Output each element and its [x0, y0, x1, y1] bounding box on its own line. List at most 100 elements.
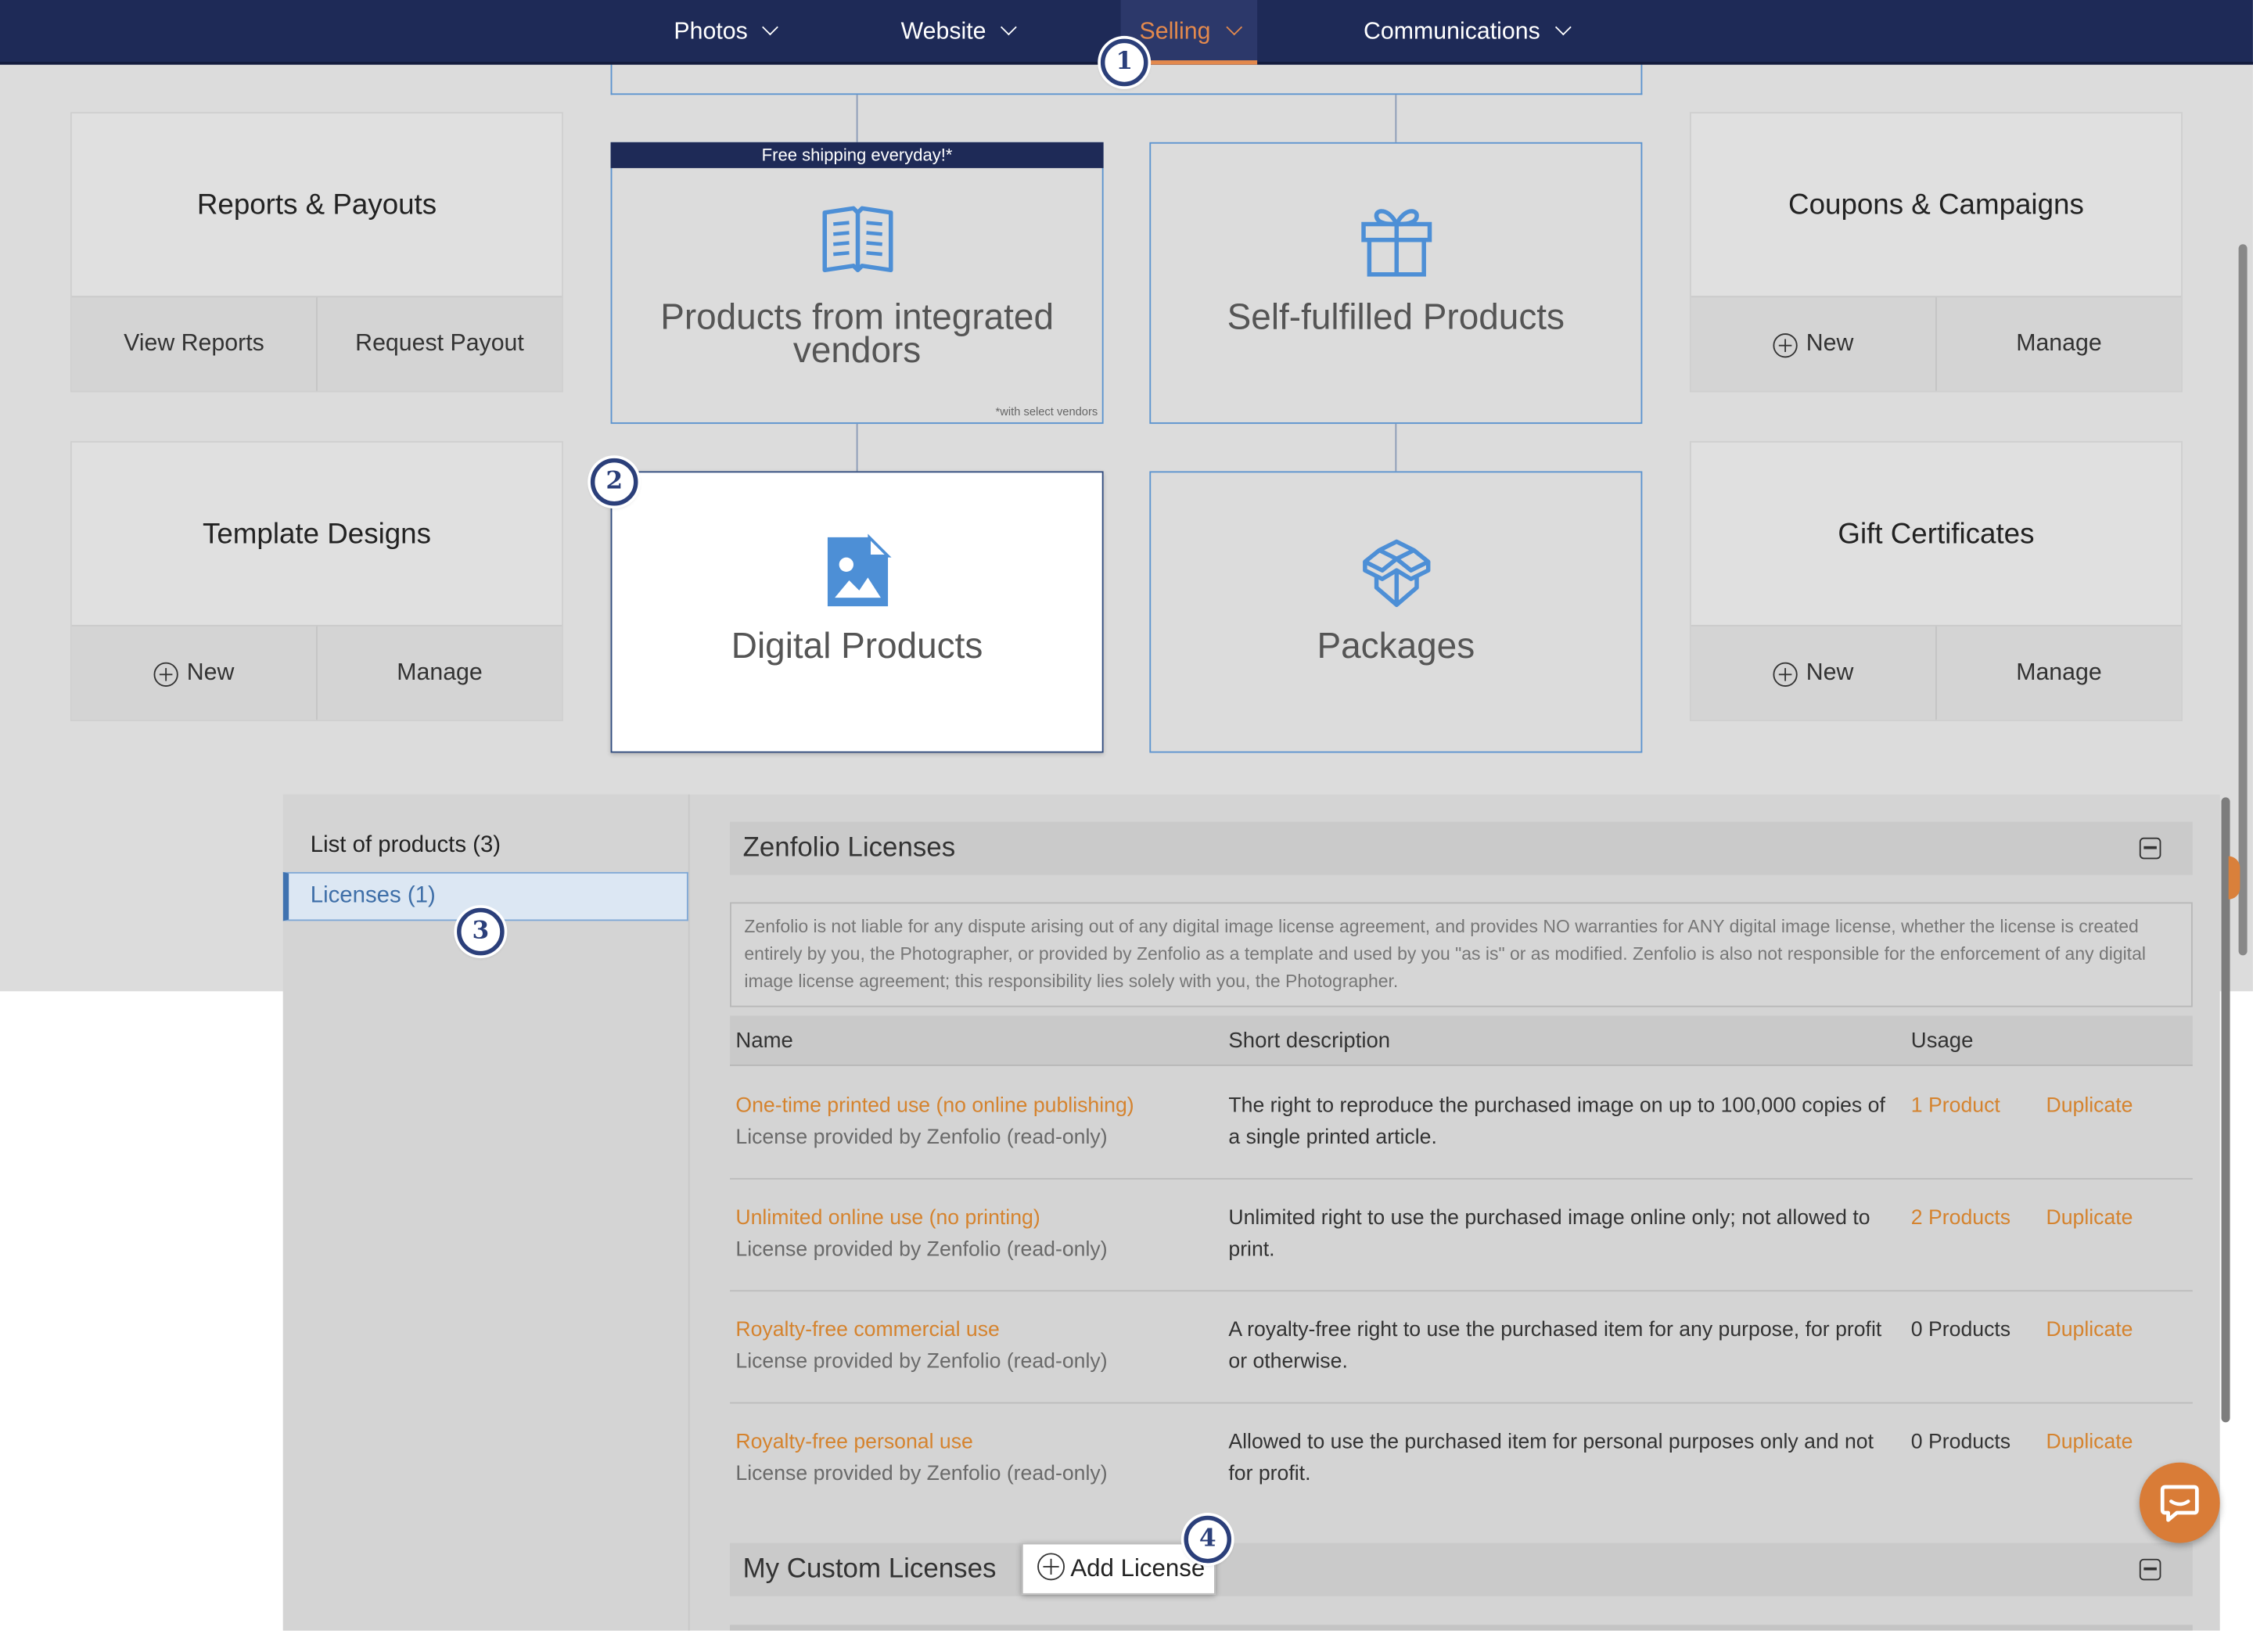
- license-name-link[interactable]: Royalty-free commercial use: [735, 1316, 1107, 1346]
- self-fulfilled-tile[interactable]: Self-fulfilled Products: [1149, 142, 1643, 424]
- card-actions: New Manage: [1691, 296, 2182, 391]
- connector-line: [856, 95, 858, 142]
- card-title: Gift Certificates: [1838, 518, 2035, 550]
- button-label: Add License: [1070, 1554, 1206, 1582]
- page-scrollbar[interactable]: [2238, 244, 2248, 956]
- license-source: License provided by Zenfolio (read-only): [735, 1237, 1108, 1261]
- vendor-footnote: *with select vendors: [995, 404, 1098, 418]
- tile-title: Self-fulfilled Products: [1227, 297, 1565, 338]
- license-name-link[interactable]: Royalty-free personal use: [735, 1428, 1107, 1459]
- chat-button[interactable]: [2139, 1462, 2220, 1543]
- chevron-down-icon: [762, 19, 779, 36]
- card-title: Reports & Payouts: [196, 189, 437, 221]
- new-coupon-button[interactable]: New: [1691, 297, 1935, 390]
- boxes-icon: [1362, 539, 1430, 608]
- callout-badge-2: 2: [590, 458, 638, 506]
- nav-website[interactable]: Website: [901, 0, 1018, 65]
- license-description: The right to reproduce the purchased ima…: [1228, 1094, 1885, 1149]
- table-row: Unlimited online use (no printing) Licens…: [730, 1180, 2193, 1292]
- license-name-link[interactable]: One-time printed use (no online publishi…: [735, 1092, 1134, 1122]
- collapse-icon[interactable]: [2139, 1558, 2161, 1581]
- manage-templates-button[interactable]: Manage: [316, 626, 562, 720]
- button-label: Manage: [2016, 330, 2102, 357]
- licenses-table-header: Name Short description Usage: [730, 1015, 2193, 1066]
- license-name-link[interactable]: Unlimited online use (no printing): [735, 1204, 1107, 1234]
- button-label: New: [1806, 659, 1854, 686]
- plus-circle-icon: [1037, 1553, 1065, 1581]
- digital-products-tile[interactable]: Digital Products: [610, 471, 1104, 753]
- usage-count: 0 Products: [1910, 1431, 2011, 1454]
- button-label: View Reports: [124, 330, 264, 357]
- section-title: My Custom Licenses: [742, 1554, 997, 1585]
- new-template-button[interactable]: New: [72, 627, 316, 720]
- custom-licenses-header: My Custom Licenses: [730, 1542, 2193, 1596]
- tile-title-line-2: vendors: [792, 330, 922, 371]
- tile-title: Packages: [1317, 626, 1475, 667]
- collapse-icon[interactable]: [2139, 837, 2161, 860]
- duplicate-link[interactable]: Duplicate: [2046, 1204, 2133, 1234]
- license-source: License provided by Zenfolio (read-only): [735, 1349, 1108, 1373]
- card-title: Template Designs: [203, 518, 431, 550]
- tile-title: Products from integrated vendors: [660, 300, 1054, 371]
- book-icon: [821, 206, 893, 273]
- chevron-down-icon: [1554, 19, 1572, 36]
- callout-badge-4: 4: [1184, 1515, 1232, 1564]
- request-payout-button[interactable]: Request Payout: [316, 297, 562, 391]
- nav-photos-label: Photos: [674, 18, 748, 45]
- chevron-down-icon: [1225, 19, 1242, 36]
- page: Photos Website Selling Communications Re…: [0, 0, 2253, 1652]
- button-label: Manage: [397, 659, 483, 686]
- nav-communications[interactable]: Communications: [1364, 0, 1572, 65]
- plus-circle-icon: [1773, 333, 1798, 358]
- chat-bubble-icon: [2160, 1485, 2199, 1522]
- license-description: Allowed to use the purchased item for pe…: [1228, 1431, 1874, 1485]
- duplicate-link[interactable]: Duplicate: [2046, 1092, 2133, 1122]
- coupons-campaigns-card: Coupons & Campaigns New Manage: [1689, 112, 2183, 393]
- license-description: A royalty-free right to use the purchase…: [1228, 1319, 1882, 1373]
- integrated-vendors-tile[interactable]: Free shipping everyday!* Products from i…: [610, 142, 1104, 424]
- license-description: Unlimited right to use the purchased ima…: [1228, 1206, 1870, 1261]
- view-reports-button[interactable]: View Reports: [72, 297, 316, 390]
- manage-coupons-button[interactable]: Manage: [1935, 297, 2181, 391]
- connector-line: [1395, 423, 1397, 472]
- card-actions: New Manage: [1691, 624, 2182, 720]
- callout-badge-3: 3: [457, 907, 505, 956]
- tile-title: Digital Products: [731, 626, 983, 667]
- licenses-content: Zenfolio Licenses Zenfolio is not liable…: [691, 795, 2219, 1631]
- new-gift-certificate-button[interactable]: New: [1691, 627, 1935, 720]
- connector-line: [856, 423, 858, 472]
- manage-gift-certificates-button[interactable]: Manage: [1935, 626, 2181, 720]
- plus-circle-icon: [153, 662, 178, 687]
- button-label: Request Payout: [355, 330, 524, 357]
- reports-payouts-card: Reports & Payouts View Reports Request P…: [70, 112, 563, 393]
- feedback-tab[interactable]: [2228, 856, 2240, 900]
- usage-link[interactable]: 1 Product: [1911, 1092, 2000, 1122]
- products-panel: List of products (3) Licenses (1) Zenfol…: [282, 794, 2220, 1631]
- nav-photos[interactable]: Photos: [674, 0, 779, 65]
- card-title: Coupons & Campaigns: [1788, 189, 2084, 221]
- section-divider: [730, 1625, 2193, 1631]
- section-title: Zenfolio Licenses: [742, 833, 956, 864]
- button-label: New: [1806, 330, 1854, 357]
- column-usage: Usage: [1910, 1029, 1974, 1054]
- gift-certificates-card: Gift Certificates New Manage: [1689, 440, 2183, 722]
- duplicate-link[interactable]: Duplicate: [2046, 1316, 2133, 1346]
- free-shipping-banner: Free shipping everyday!*: [610, 142, 1104, 168]
- callout-badge-1: 1: [1100, 38, 1148, 87]
- product-list-heading[interactable]: List of products (3): [311, 833, 501, 859]
- button-label: Manage: [2016, 659, 2102, 686]
- license-source: License provided by Zenfolio (read-only): [735, 1126, 1108, 1149]
- usage-link[interactable]: 2 Products: [1911, 1204, 2010, 1234]
- usage-count: 0 Products: [1910, 1319, 2011, 1342]
- license-source: License provided by Zenfolio (read-only): [735, 1461, 1108, 1485]
- duplicate-link[interactable]: Duplicate: [2046, 1428, 2133, 1459]
- nav-communications-label: Communications: [1364, 18, 1540, 45]
- card-actions: New Manage: [71, 624, 562, 720]
- nav-selling-label: Selling: [1139, 18, 1211, 45]
- table-row: Royalty-free personal use License provide…: [730, 1403, 2193, 1515]
- zenfolio-licenses-header: Zenfolio Licenses: [730, 821, 2193, 875]
- gift-icon: [1360, 209, 1432, 277]
- packages-tile[interactable]: Packages: [1149, 471, 1643, 753]
- button-label: New: [186, 659, 235, 686]
- table-row: One-time printed use (no online publishi…: [730, 1068, 2193, 1180]
